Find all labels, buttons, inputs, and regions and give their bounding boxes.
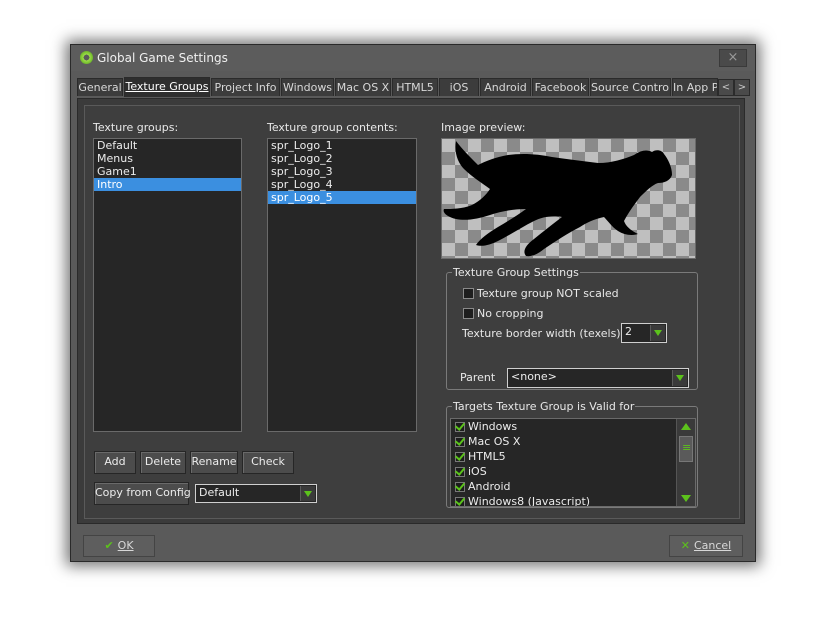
cancel-button[interactable]: ✕ Cancel	[669, 535, 743, 557]
rename-button[interactable]: Rename	[190, 451, 238, 474]
list-item-selected[interactable]: spr_Logo_5	[268, 191, 416, 204]
checkbox-checked-icon[interactable]	[455, 422, 465, 432]
parent-dropdown[interactable]: <none>	[507, 368, 689, 388]
list-item[interactable]: spr_Logo_3	[268, 165, 416, 178]
target-item-windows8[interactable]: Windows8 (Javascript)	[451, 494, 695, 506]
tab-html5[interactable]: HTML5	[392, 78, 438, 96]
no-cropping-label: No cropping	[477, 307, 544, 320]
target-item-ios[interactable]: iOS	[451, 464, 695, 479]
list-item[interactable]: spr_Logo_1	[268, 139, 416, 152]
tab-scroll-left-button[interactable]: <	[718, 79, 734, 96]
group-contents-label: Texture group contents:	[267, 121, 398, 134]
checkbox-checked-icon[interactable]	[455, 467, 465, 477]
tab-project-info[interactable]: Project Info	[211, 78, 280, 96]
texture-groups-label: Texture groups:	[93, 121, 179, 134]
targets-group: Targets Texture Group is Valid for Windo…	[446, 400, 698, 508]
list-item[interactable]: Default	[94, 139, 241, 152]
border-width-label: Texture border width (texels):	[462, 327, 625, 340]
not-scaled-label: Texture group NOT scaled	[477, 287, 619, 300]
window-title: Global Game Settings	[97, 51, 228, 65]
border-width-dropdown[interactable]: 2	[621, 323, 667, 343]
check-button[interactable]: Check	[242, 451, 294, 474]
image-preview	[441, 138, 696, 259]
chevron-down-icon[interactable]	[650, 325, 665, 341]
target-item-android[interactable]: Android	[451, 479, 695, 494]
config-dropdown[interactable]: Default	[195, 484, 317, 503]
checkbox-checked-icon[interactable]	[455, 452, 465, 462]
global-game-settings-window: Global Game Settings × General Texture G…	[70, 44, 756, 562]
parent-value: <none>	[511, 370, 557, 383]
gamemaker-logo-icon	[80, 51, 93, 64]
tab-general[interactable]: General	[77, 78, 123, 96]
target-item-windows[interactable]: Windows	[451, 419, 695, 434]
parent-label: Parent	[460, 371, 496, 384]
list-item[interactable]: spr_Logo_2	[268, 152, 416, 165]
not-scaled-checkbox[interactable]	[463, 288, 474, 299]
tab-scroll-right-button[interactable]: >	[734, 79, 750, 96]
texture-groups-page: Texture groups: Default Menus Game1 Intr…	[84, 105, 740, 519]
targets-scrollbar[interactable]	[676, 419, 695, 506]
tab-content-panel: Texture groups: Default Menus Game1 Intr…	[77, 98, 745, 524]
tab-source-control[interactable]: Source Control	[590, 78, 671, 96]
tab-mac-os-x[interactable]: Mac OS X	[335, 78, 391, 96]
copy-from-config-button[interactable]: Copy from Config	[94, 482, 191, 505]
tab-ios[interactable]: iOS	[439, 78, 479, 96]
list-item-selected[interactable]: Intro	[94, 178, 241, 191]
image-preview-label: Image preview:	[441, 121, 526, 134]
tab-facebook[interactable]: Facebook	[532, 78, 589, 96]
settings-tabs: General Texture Groups Project Info Wind…	[77, 77, 750, 97]
checkbox-checked-icon[interactable]	[455, 482, 465, 492]
title-bar: Global Game Settings ×	[71, 45, 755, 71]
chevron-down-icon[interactable]	[672, 370, 687, 386]
checkmark-icon: ✔	[104, 539, 114, 552]
list-item[interactable]: Menus	[94, 152, 241, 165]
no-cropping-checkbox[interactable]	[463, 308, 474, 319]
list-item[interactable]: spr_Logo_4	[268, 178, 416, 191]
tab-windows[interactable]: Windows	[281, 78, 334, 96]
wolf-silhouette-icon	[443, 141, 672, 257]
tab-android[interactable]: Android	[480, 78, 531, 96]
tab-texture-groups[interactable]: Texture Groups	[124, 77, 210, 97]
targets-title: Targets Texture Group is Valid for	[452, 400, 636, 413]
texture-groups-list[interactable]: Default Menus Game1 Intro	[93, 138, 242, 432]
group-contents-list[interactable]: spr_Logo_1 spr_Logo_2 spr_Logo_3 spr_Log…	[267, 138, 417, 432]
add-button[interactable]: Add	[94, 451, 136, 474]
texture-group-settings: Texture Group Settings Texture group NOT…	[446, 266, 698, 390]
chevron-down-icon[interactable]	[300, 486, 315, 501]
delete-button[interactable]: Delete	[140, 451, 186, 474]
target-item-html5[interactable]: HTML5	[451, 449, 695, 464]
list-item[interactable]: Game1	[94, 165, 241, 178]
texture-group-settings-title: Texture Group Settings	[452, 266, 580, 279]
checkbox-checked-icon[interactable]	[455, 497, 465, 506]
tab-in-app-purchases[interactable]: In App Pu	[672, 78, 718, 96]
scroll-down-icon[interactable]	[681, 495, 691, 502]
checkbox-checked-icon[interactable]	[455, 437, 465, 447]
config-value: Default	[199, 486, 240, 499]
cross-icon: ✕	[680, 539, 690, 552]
close-button[interactable]: ×	[719, 49, 747, 67]
targets-list[interactable]: Windows Mac OS X HTML5 iOS Android Windo…	[450, 418, 696, 507]
scroll-thumb[interactable]	[679, 436, 693, 462]
scroll-up-icon[interactable]	[681, 423, 691, 430]
border-width-value: 2	[625, 325, 632, 338]
ok-button[interactable]: ✔ OK	[83, 535, 155, 557]
target-item-mac-os-x[interactable]: Mac OS X	[451, 434, 695, 449]
